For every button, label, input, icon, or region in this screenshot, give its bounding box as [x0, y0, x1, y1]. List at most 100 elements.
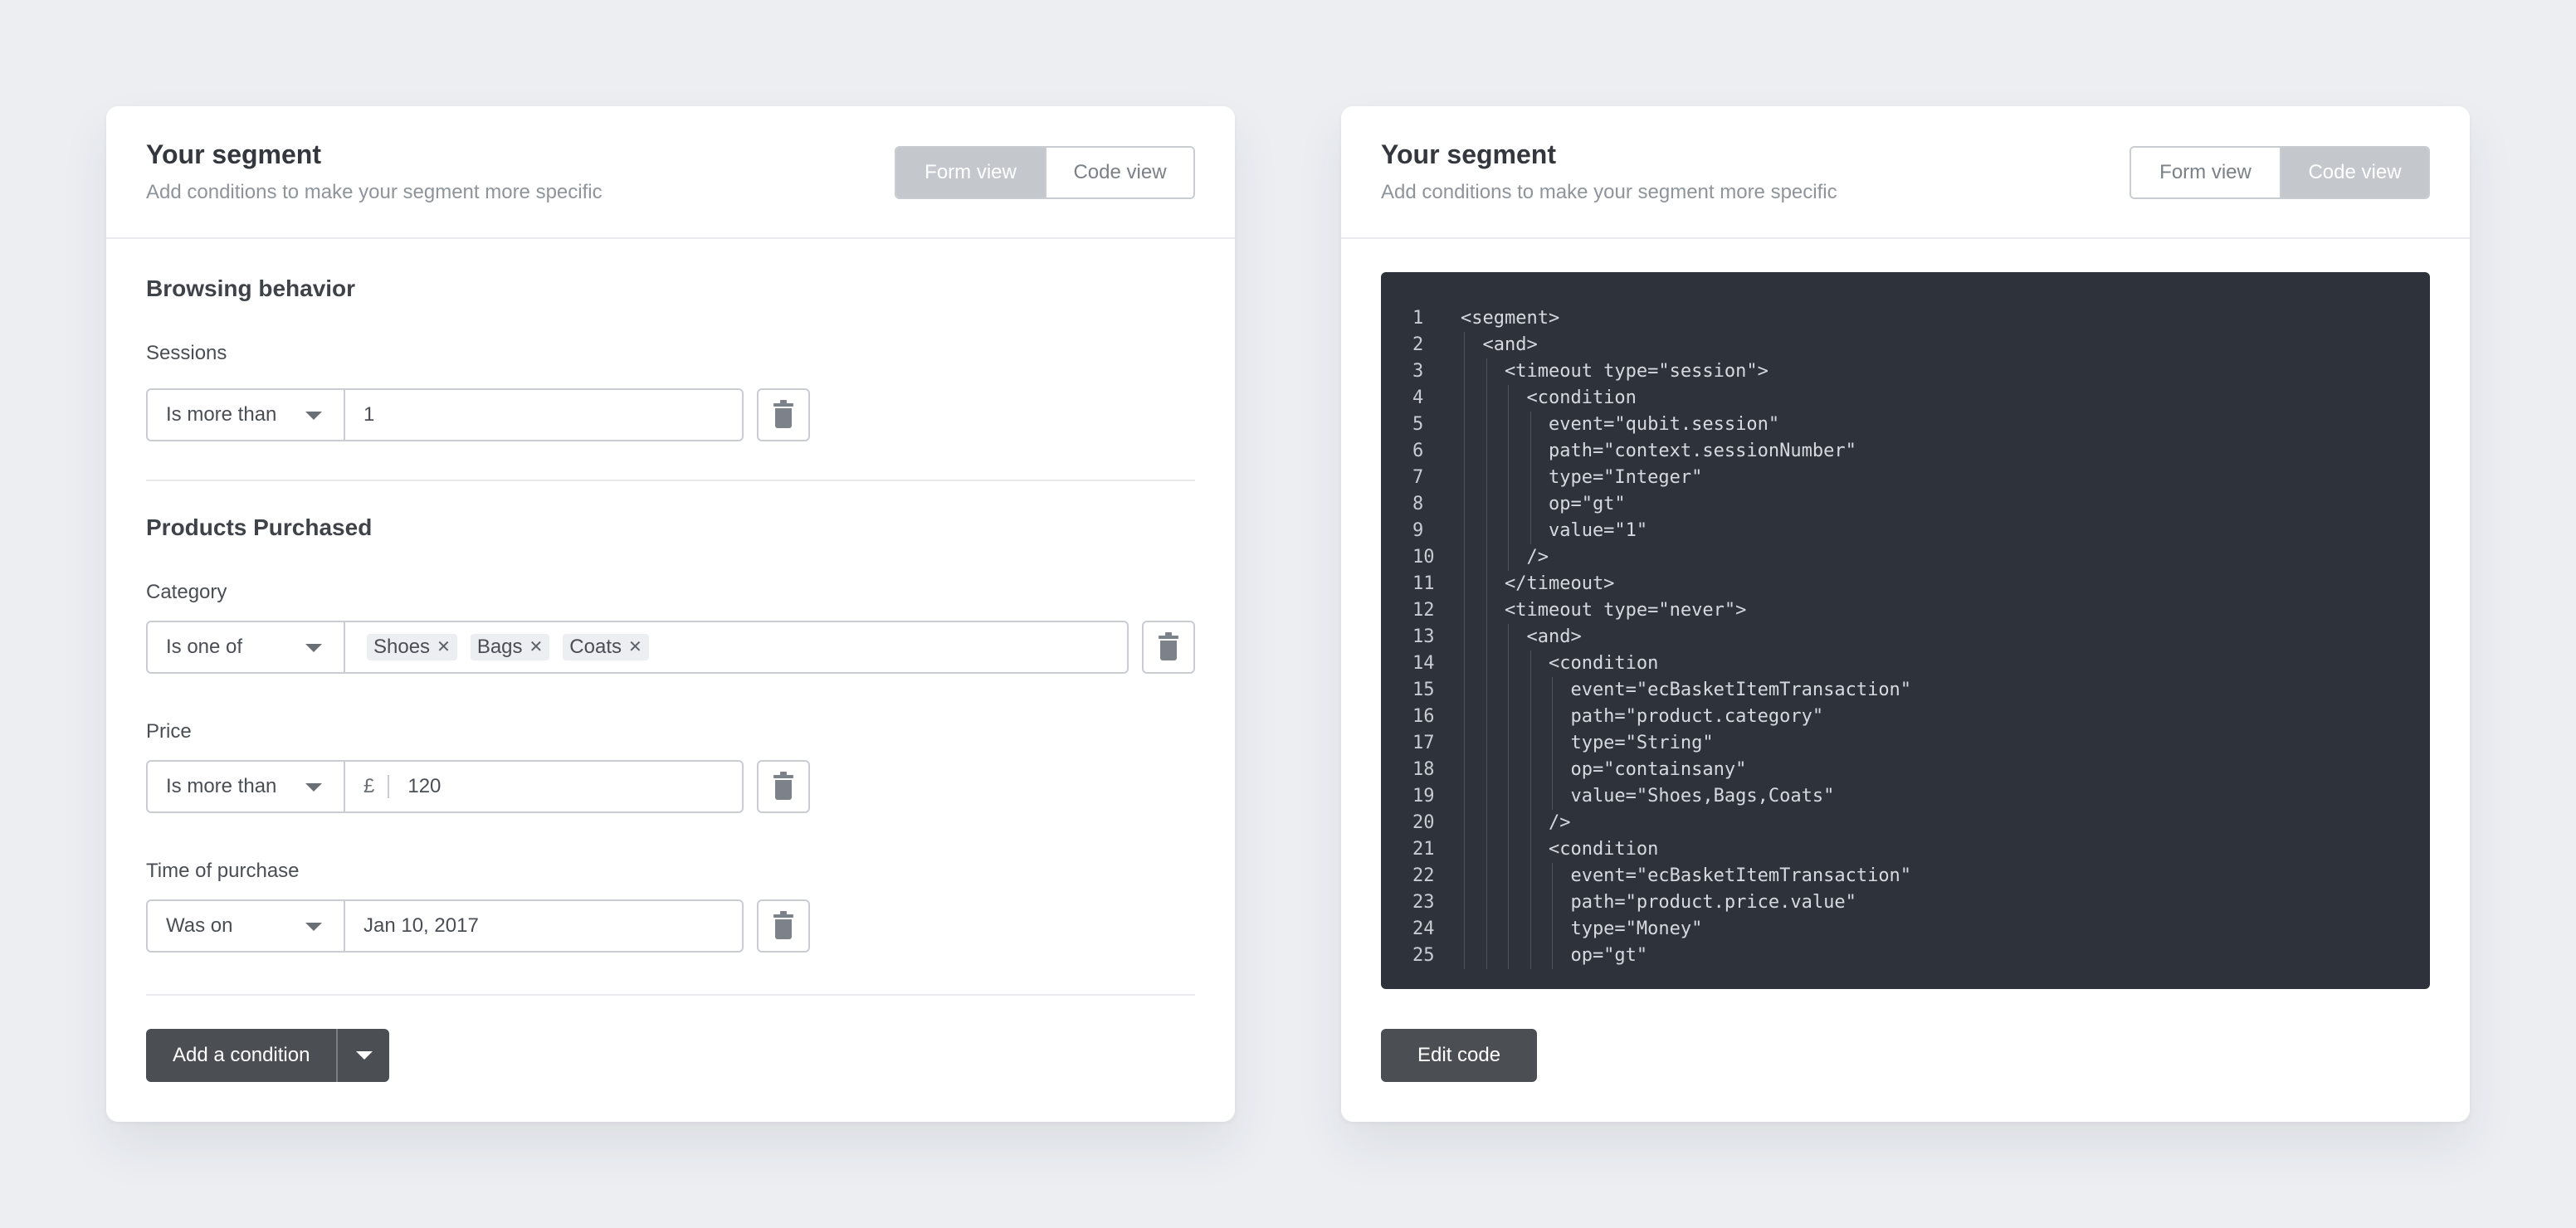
- code-line: 16 path="product.category": [1381, 704, 2430, 730]
- indent-guide: [1552, 677, 1554, 704]
- select-value: Is more than: [166, 403, 277, 426]
- indent-guide: [1464, 651, 1465, 677]
- currency-symbol: £: [363, 775, 375, 797]
- price-operator-select[interactable]: Is more than: [146, 760, 345, 813]
- code-view-button[interactable]: Code view: [2280, 148, 2428, 197]
- line-number: 10: [1412, 547, 1435, 568]
- indent-guide: [1508, 624, 1510, 651]
- indent-guide: [1508, 836, 1510, 863]
- indent-guide: [1508, 757, 1510, 783]
- sessions-operator-select[interactable]: Is more than: [146, 388, 345, 441]
- caret-down-icon: [305, 923, 322, 931]
- currency-separator: [388, 775, 390, 798]
- line-number: 20: [1412, 812, 1435, 833]
- delete-time-button[interactable]: [757, 899, 810, 953]
- date-input[interactable]: Jan 10, 2017: [345, 899, 744, 953]
- indent-guide: [1464, 677, 1465, 704]
- input-value: 1: [363, 403, 375, 426]
- code-text: <timeout type="session">: [1461, 361, 1769, 382]
- trash-icon: [1159, 632, 1178, 660]
- indent-guide: [1486, 810, 1487, 836]
- indent-guide: [1486, 651, 1487, 677]
- delete-category-button[interactable]: [1142, 621, 1195, 674]
- time-operator-select[interactable]: Was on: [146, 899, 345, 953]
- remove-tag-icon[interactable]: ✕: [529, 622, 544, 672]
- line-number: 16: [1412, 706, 1435, 727]
- code-text: />: [1461, 547, 1549, 568]
- indent-guide: [1530, 730, 1531, 757]
- indent-guide: [1464, 863, 1465, 889]
- indent-guide: [1464, 889, 1465, 916]
- indent-guide: [1486, 358, 1487, 385]
- indent-guide: [1464, 757, 1465, 783]
- line-number: 22: [1412, 865, 1435, 886]
- code-text: op="gt": [1461, 945, 1648, 966]
- category-operator-select[interactable]: Is one of: [146, 621, 345, 674]
- indent-guide: [1508, 677, 1510, 704]
- code-line: 4 <condition: [1381, 385, 2430, 412]
- code-line: 6 path="context.sessionNumber": [1381, 438, 2430, 465]
- code-view-button[interactable]: Code view: [1045, 148, 1193, 197]
- trash-icon: [773, 911, 793, 939]
- indent-guide: [1486, 544, 1487, 571]
- view-toggle: Form view Code view: [2130, 146, 2430, 199]
- indent-guide: [1486, 889, 1487, 916]
- code-line: 8 op="gt": [1381, 491, 2430, 518]
- tag-shoes: Shoes ✕: [367, 634, 457, 660]
- code-line: 21 <condition: [1381, 836, 2430, 863]
- indent-guide: [1530, 783, 1531, 810]
- indent-guide: [1464, 943, 1465, 969]
- form-view-button[interactable]: Form view: [2131, 148, 2280, 197]
- indent-guide: [1486, 624, 1487, 651]
- form-body: Browsing behavior Sessions Is more than …: [106, 239, 1235, 1120]
- indent-guide: [1486, 704, 1487, 730]
- card-header: Your segment Add conditions to make your…: [1341, 106, 2470, 239]
- indent-guide: [1464, 332, 1465, 358]
- add-condition-button[interactable]: Add a condition: [146, 1029, 337, 1082]
- remove-tag-icon[interactable]: ✕: [437, 622, 451, 672]
- indent-guide: [1464, 836, 1465, 863]
- indent-guide: [1552, 783, 1554, 810]
- indent-guide: [1486, 571, 1487, 597]
- code-editor[interactable]: 1 <segment> 2 <and> 3 <timeout type="sessio…: [1381, 272, 2430, 989]
- category-tags-input[interactable]: Shoes ✕ Bags ✕ Coats ✕: [345, 621, 1129, 674]
- remove-tag-icon[interactable]: ✕: [628, 622, 642, 672]
- indent-guide: [1486, 385, 1487, 412]
- indent-guide: [1530, 863, 1531, 889]
- price-value-input[interactable]: £ 120: [345, 760, 744, 813]
- delete-price-button[interactable]: [757, 760, 810, 813]
- indent-guide: [1486, 491, 1487, 518]
- delete-sessions-button[interactable]: [757, 388, 810, 441]
- indent-guide: [1464, 491, 1465, 518]
- indent-guide: [1486, 783, 1487, 810]
- category-condition-row: Is one of Shoes ✕ Bags ✕ Coats ✕: [146, 621, 1195, 674]
- indent-guide: [1486, 836, 1487, 863]
- caret-down-icon: [305, 412, 322, 420]
- indent-guide: [1508, 916, 1510, 943]
- code-line: 24 type="Money": [1381, 916, 2430, 943]
- indent-guide: [1508, 651, 1510, 677]
- form-view-button[interactable]: Form view: [896, 148, 1045, 197]
- divider: [146, 994, 1195, 996]
- tag-coats: Coats ✕: [563, 634, 649, 660]
- indent-guide: [1530, 704, 1531, 730]
- indent-guide: [1508, 943, 1510, 969]
- indent-guide: [1552, 704, 1554, 730]
- indent-guide: [1486, 916, 1487, 943]
- edit-code-button[interactable]: Edit code: [1381, 1029, 1538, 1082]
- category-label: Category: [146, 581, 227, 603]
- add-condition-dropdown-button[interactable]: [336, 1029, 390, 1082]
- line-number: 14: [1412, 653, 1435, 674]
- line-number: 21: [1412, 839, 1435, 860]
- code-text: op="containsany": [1461, 759, 1747, 780]
- line-number: 17: [1412, 733, 1435, 753]
- code-line: 13 <and>: [1381, 624, 2430, 651]
- group-title-products: Products Purchased: [146, 514, 373, 540]
- sessions-value-input[interactable]: 1: [345, 388, 744, 441]
- code-line: 3 <timeout type="session">: [1381, 358, 2430, 385]
- indent-guide: [1552, 730, 1554, 757]
- indent-guide: [1530, 518, 1531, 544]
- code-line: 2 <and>: [1381, 332, 2430, 358]
- code-text: type="String": [1461, 733, 1714, 753]
- line-number: 2: [1412, 334, 1424, 355]
